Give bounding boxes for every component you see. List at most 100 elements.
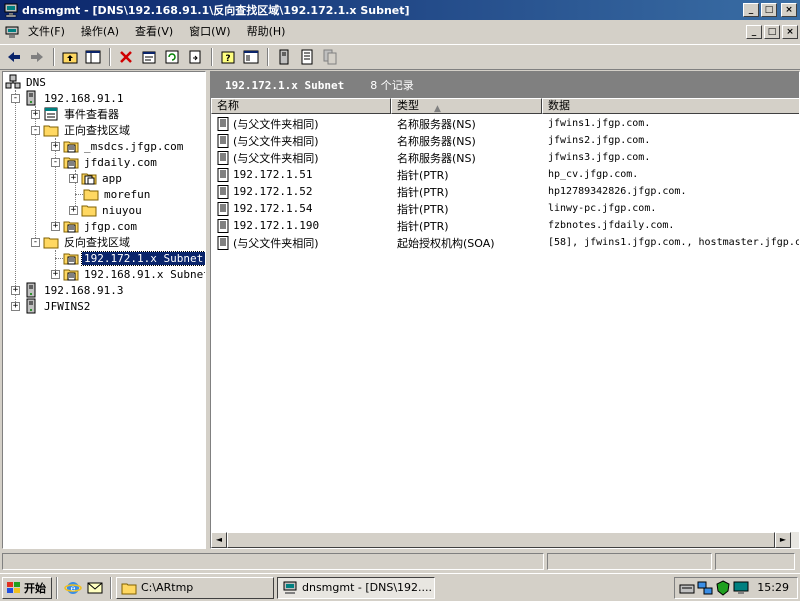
maximize-button[interactable]: □ — [761, 3, 777, 17]
copy-icon — [323, 49, 337, 65]
properties-button[interactable] — [138, 46, 160, 68]
up-one-level-button[interactable] — [59, 46, 81, 68]
expand-toggle[interactable]: + — [51, 141, 60, 151]
horizontal-scrollbar[interactable]: ◄ ► — [211, 532, 799, 548]
record-icon — [217, 184, 229, 199]
record-icon — [217, 167, 229, 182]
expand-toggle[interactable]: + — [11, 285, 20, 295]
forward-button[interactable] — [26, 46, 48, 68]
tree-node-server-jfwins2[interactable]: + JFWINS2 — [11, 298, 92, 314]
table-row[interactable]: (与父文件夹相同) 名称服务器(NS) jfwins1.jfgp.com. — [211, 115, 799, 132]
tree-node-192-168-91-x-subnet[interactable]: + 192.168.91.x Subnet — [51, 266, 205, 282]
expand-toggle[interactable]: + — [51, 269, 60, 279]
internet-explorer-icon[interactable]: e — [64, 579, 82, 597]
collapse-toggle[interactable]: - — [11, 93, 20, 103]
tree-node-morefun[interactable]: morefun — [83, 186, 152, 202]
table-row[interactable]: 192.172.1.54 指针(PTR) linwy-pc.jfgp.com. — [211, 200, 799, 217]
show-hide-tree-icon — [85, 50, 101, 64]
menu-file[interactable]: 文件(F) — [20, 23, 73, 41]
console-tree[interactable]: DNS - 192.168.91.1 + 事件查看器 - 正向查找区域 + _m… — [2, 71, 206, 549]
scroll-thumb[interactable] — [227, 532, 775, 548]
dns-console-icon — [4, 3, 18, 18]
delete-button[interactable] — [115, 46, 137, 68]
minimize-button[interactable]: _ — [743, 3, 759, 17]
mdi-close-button[interactable]: × — [782, 25, 798, 39]
taskbar-item-artmp[interactable]: C:\ARtmp — [116, 576, 274, 599]
menu-view[interactable]: 查看(V) — [127, 23, 181, 41]
system-tray: 15:29 — [674, 576, 798, 599]
tree-node-jfgp-zone[interactable]: + jfgp.com — [51, 218, 139, 234]
tree-node-dns[interactable]: DNS — [5, 74, 48, 90]
collapse-toggle[interactable]: - — [31, 125, 40, 135]
expand-toggle[interactable]: + — [11, 301, 20, 311]
record-icon — [217, 116, 229, 131]
menu-action[interactable]: 操作(A) — [73, 23, 127, 41]
tree-node-forward-lookup-zones[interactable]: - 正向查找区域 — [31, 122, 132, 138]
menu-window[interactable]: 窗口(W) — [181, 23, 238, 41]
outlook-express-icon[interactable] — [86, 579, 104, 597]
back-icon — [8, 52, 20, 62]
tree-node-server-192-168-91-3[interactable]: + 192.168.91.3 — [11, 282, 125, 298]
table-row[interactable]: 192.172.1.52 指针(PTR) hp12789342826.jfgp.… — [211, 183, 799, 200]
tree-node-192-172-1-x-subnet[interactable]: 192.172.1.x Subnet — [63, 250, 205, 266]
collapse-toggle[interactable]: - — [51, 157, 60, 167]
record-data: [58], jfwins1.jfgp.com., hostmaster.jfgp… — [548, 237, 800, 248]
clock[interactable]: 15:29 — [757, 581, 789, 594]
title-bar[interactable]: dnsmgmt - [DNS\192.168.91.1\反向查找区域\192.1… — [0, 0, 800, 20]
taskbar-item-dnsmgmt[interactable]: dnsmgmt - [DNS\192.... — [277, 576, 435, 599]
column-header-type[interactable]: 类型 ▲ — [391, 98, 542, 114]
expand-toggle[interactable]: + — [31, 109, 40, 119]
scroll-right-button[interactable]: ► — [775, 532, 791, 548]
menu-help[interactable]: 帮助(H) — [239, 23, 294, 41]
security-icon[interactable] — [715, 579, 731, 596]
keyboard-icon[interactable] — [679, 580, 695, 596]
tree-node-server-192-168-91-1[interactable]: - 192.168.91.1 — [11, 90, 125, 106]
mdi-minimize-button[interactable]: _ — [746, 25, 762, 39]
cell-name: 192.172.1.52 — [211, 184, 391, 199]
table-row[interactable]: (与父文件夹相同) 名称服务器(NS) jfwins3.jfgp.com. — [211, 149, 799, 166]
column-header-name[interactable]: 名称 — [211, 98, 391, 114]
table-row[interactable]: 192.172.1.190 指针(PTR) fzbnotes.jfdaily.c… — [211, 217, 799, 234]
tree-node-msdcs-zone[interactable]: + _msdcs.jfgp.com — [51, 138, 185, 154]
toolbar: ? — [0, 44, 800, 70]
tree-node-niuyou[interactable]: + niuyou — [69, 202, 144, 218]
table-row[interactable]: (与父文件夹相同) 起始授权机构(SOA) [58], jfwins1.jfgp… — [211, 234, 800, 251]
mdi-restore-button[interactable]: □ — [764, 25, 780, 39]
tree-node-app[interactable]: + app — [69, 170, 124, 186]
expand-toggle[interactable]: + — [51, 221, 60, 231]
server-button[interactable] — [296, 46, 318, 68]
tree-node-event-viewer[interactable]: + 事件查看器 — [31, 106, 121, 122]
tree-connector — [15, 90, 16, 306]
export-list-button[interactable] — [184, 46, 206, 68]
help-button[interactable]: ? — [217, 46, 239, 68]
copy-button[interactable] — [319, 46, 341, 68]
column-header-label: 名称 — [217, 99, 239, 112]
network-icon[interactable] — [697, 580, 713, 596]
back-button[interactable] — [3, 46, 25, 68]
tree-node-jfdaily-zone[interactable]: - jfdaily.com — [51, 154, 159, 170]
new-record-button[interactable] — [273, 46, 295, 68]
start-label: 开始 — [24, 581, 46, 595]
taskbar-item-label: C:\ARtmp — [141, 581, 194, 594]
expand-toggle[interactable]: + — [69, 173, 78, 183]
console-icon — [243, 50, 259, 64]
server-icon — [26, 282, 36, 298]
show-hide-tree-button[interactable] — [82, 46, 104, 68]
refresh-button[interactable] — [161, 46, 183, 68]
table-row[interactable]: 192.172.1.51 指针(PTR) hp_cv.jfgp.com. — [211, 166, 799, 183]
cell-name: 192.172.1.54 — [211, 201, 391, 216]
monitor-icon[interactable] — [733, 580, 749, 596]
svg-text:e: e — [71, 584, 76, 593]
scroll-left-button[interactable]: ◄ — [211, 532, 227, 548]
tree-node-reverse-lookup-zones[interactable]: - 反向查找区域 — [31, 234, 132, 250]
expand-toggle[interactable]: + — [69, 205, 78, 215]
table-row[interactable]: (与父文件夹相同) 名称服务器(NS) jfwins2.jfgp.com. — [211, 132, 799, 149]
column-header-data[interactable]: 数据 — [542, 98, 799, 114]
details-pane[interactable]: 192.172.1.x Subnet 8 个记录 名称 类型 ▲ 数据 (与父文… — [210, 71, 800, 549]
taskbar-separator — [110, 576, 112, 599]
start-button[interactable]: 开始 — [2, 576, 52, 599]
console-tree-button[interactable] — [240, 46, 262, 68]
collapse-toggle[interactable]: - — [31, 237, 40, 247]
close-button[interactable]: × — [781, 3, 797, 17]
console-menu-icon[interactable] — [4, 24, 20, 40]
